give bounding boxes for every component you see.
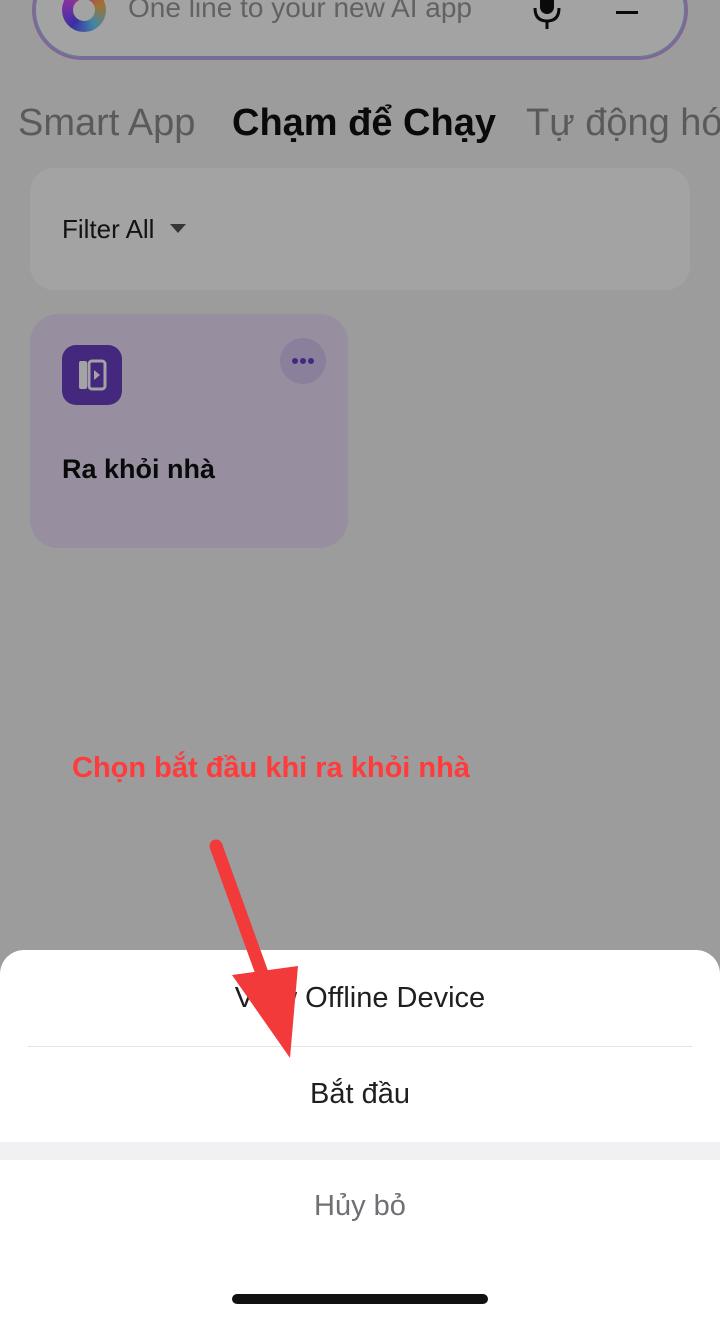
- sheet-divider: [28, 1046, 692, 1047]
- cancel-option[interactable]: Hủy bỏ: [0, 1190, 720, 1223]
- view-offline-device-option[interactable]: View Offline Device: [0, 982, 720, 1015]
- annotation-text: Chọn bắt đầu khi ra khỏi nhà: [72, 752, 470, 784]
- sheet-gap: [0, 1142, 720, 1160]
- home-indicator: [232, 1294, 488, 1304]
- start-option[interactable]: Bắt đầu: [0, 1078, 720, 1111]
- action-sheet: View Offline Device Bắt đầu Hủy bỏ: [0, 950, 720, 1320]
